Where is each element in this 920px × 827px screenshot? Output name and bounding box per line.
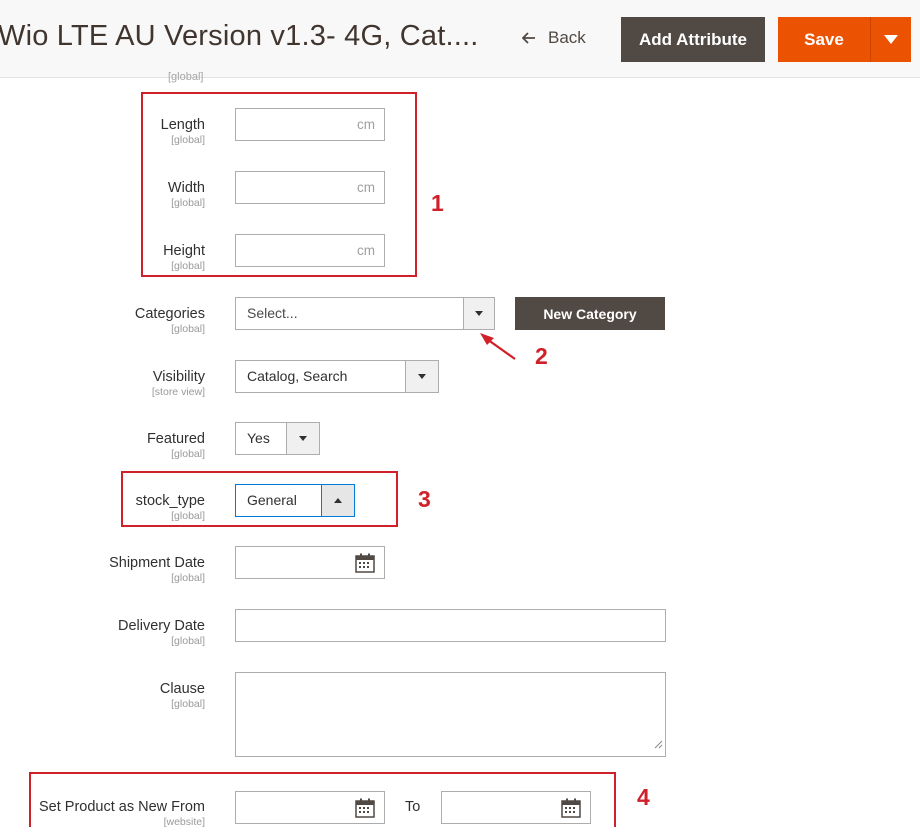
chevron-down-icon xyxy=(475,311,483,316)
annotation-box-new-from xyxy=(29,772,616,827)
back-button[interactable]: Back xyxy=(522,28,586,48)
save-options-toggle[interactable] xyxy=(870,17,911,62)
annotation-number-2: 2 xyxy=(535,343,548,369)
visibility-scope: [store view] xyxy=(151,386,205,398)
back-arrow-icon xyxy=(522,32,536,44)
shipment-date-label: Shipment Date xyxy=(109,555,205,571)
calendar-icon[interactable] xyxy=(355,553,375,578)
delivery-date-input[interactable] xyxy=(235,609,666,642)
shipment-date-input[interactable] xyxy=(235,546,385,579)
featured-dropdown-toggle[interactable] xyxy=(286,423,319,454)
back-label: Back xyxy=(548,28,586,47)
delivery-date-scope: [global] xyxy=(171,635,205,647)
categories-value: Select... xyxy=(247,305,298,321)
featured-scope: [global] xyxy=(171,448,205,460)
delivery-date-label: Delivery Date xyxy=(117,618,205,634)
scope-label: [global] xyxy=(168,71,204,83)
annotation-box-dimensions xyxy=(141,92,417,277)
featured-label: Featured xyxy=(146,431,205,447)
clause-label: Clause xyxy=(159,681,205,697)
add-attribute-button[interactable]: Add Attribute xyxy=(621,17,765,62)
annotation-number-4: 4 xyxy=(637,784,650,810)
clause-scope: [global] xyxy=(171,698,205,710)
page-title: Wio LTE AU Version v1.3- 4G, Cat.... xyxy=(0,20,479,52)
annotation-number-1: 1 xyxy=(431,190,444,216)
clause-textarea[interactable] xyxy=(235,672,666,757)
categories-scope: [global] xyxy=(171,323,205,335)
annotation-arrow xyxy=(478,330,518,367)
annotation-box-stock-type xyxy=(121,471,398,527)
featured-value: Yes xyxy=(247,430,270,446)
visibility-label: Visibility xyxy=(152,369,205,385)
featured-select[interactable]: Yes xyxy=(235,422,320,455)
page-header: Wio LTE AU Version v1.3- 4G, Cat.... Bac… xyxy=(0,0,920,83)
save-button[interactable]: Save xyxy=(778,17,870,62)
categories-dropdown-toggle[interactable] xyxy=(463,298,494,329)
new-category-button[interactable]: New Category xyxy=(515,297,665,330)
shipment-date-scope: [global] xyxy=(171,572,205,584)
chevron-down-icon xyxy=(299,436,307,441)
resize-handle-icon[interactable] xyxy=(654,736,663,754)
visibility-value: Catalog, Search xyxy=(247,368,348,384)
chevron-down-icon xyxy=(884,35,898,44)
categories-label: Categories xyxy=(134,306,205,322)
annotation-number-3: 3 xyxy=(418,486,431,512)
chevron-down-icon xyxy=(418,374,426,379)
visibility-dropdown-toggle[interactable] xyxy=(405,361,438,392)
categories-select[interactable]: Select... xyxy=(235,297,495,330)
visibility-select[interactable]: Catalog, Search xyxy=(235,360,439,393)
